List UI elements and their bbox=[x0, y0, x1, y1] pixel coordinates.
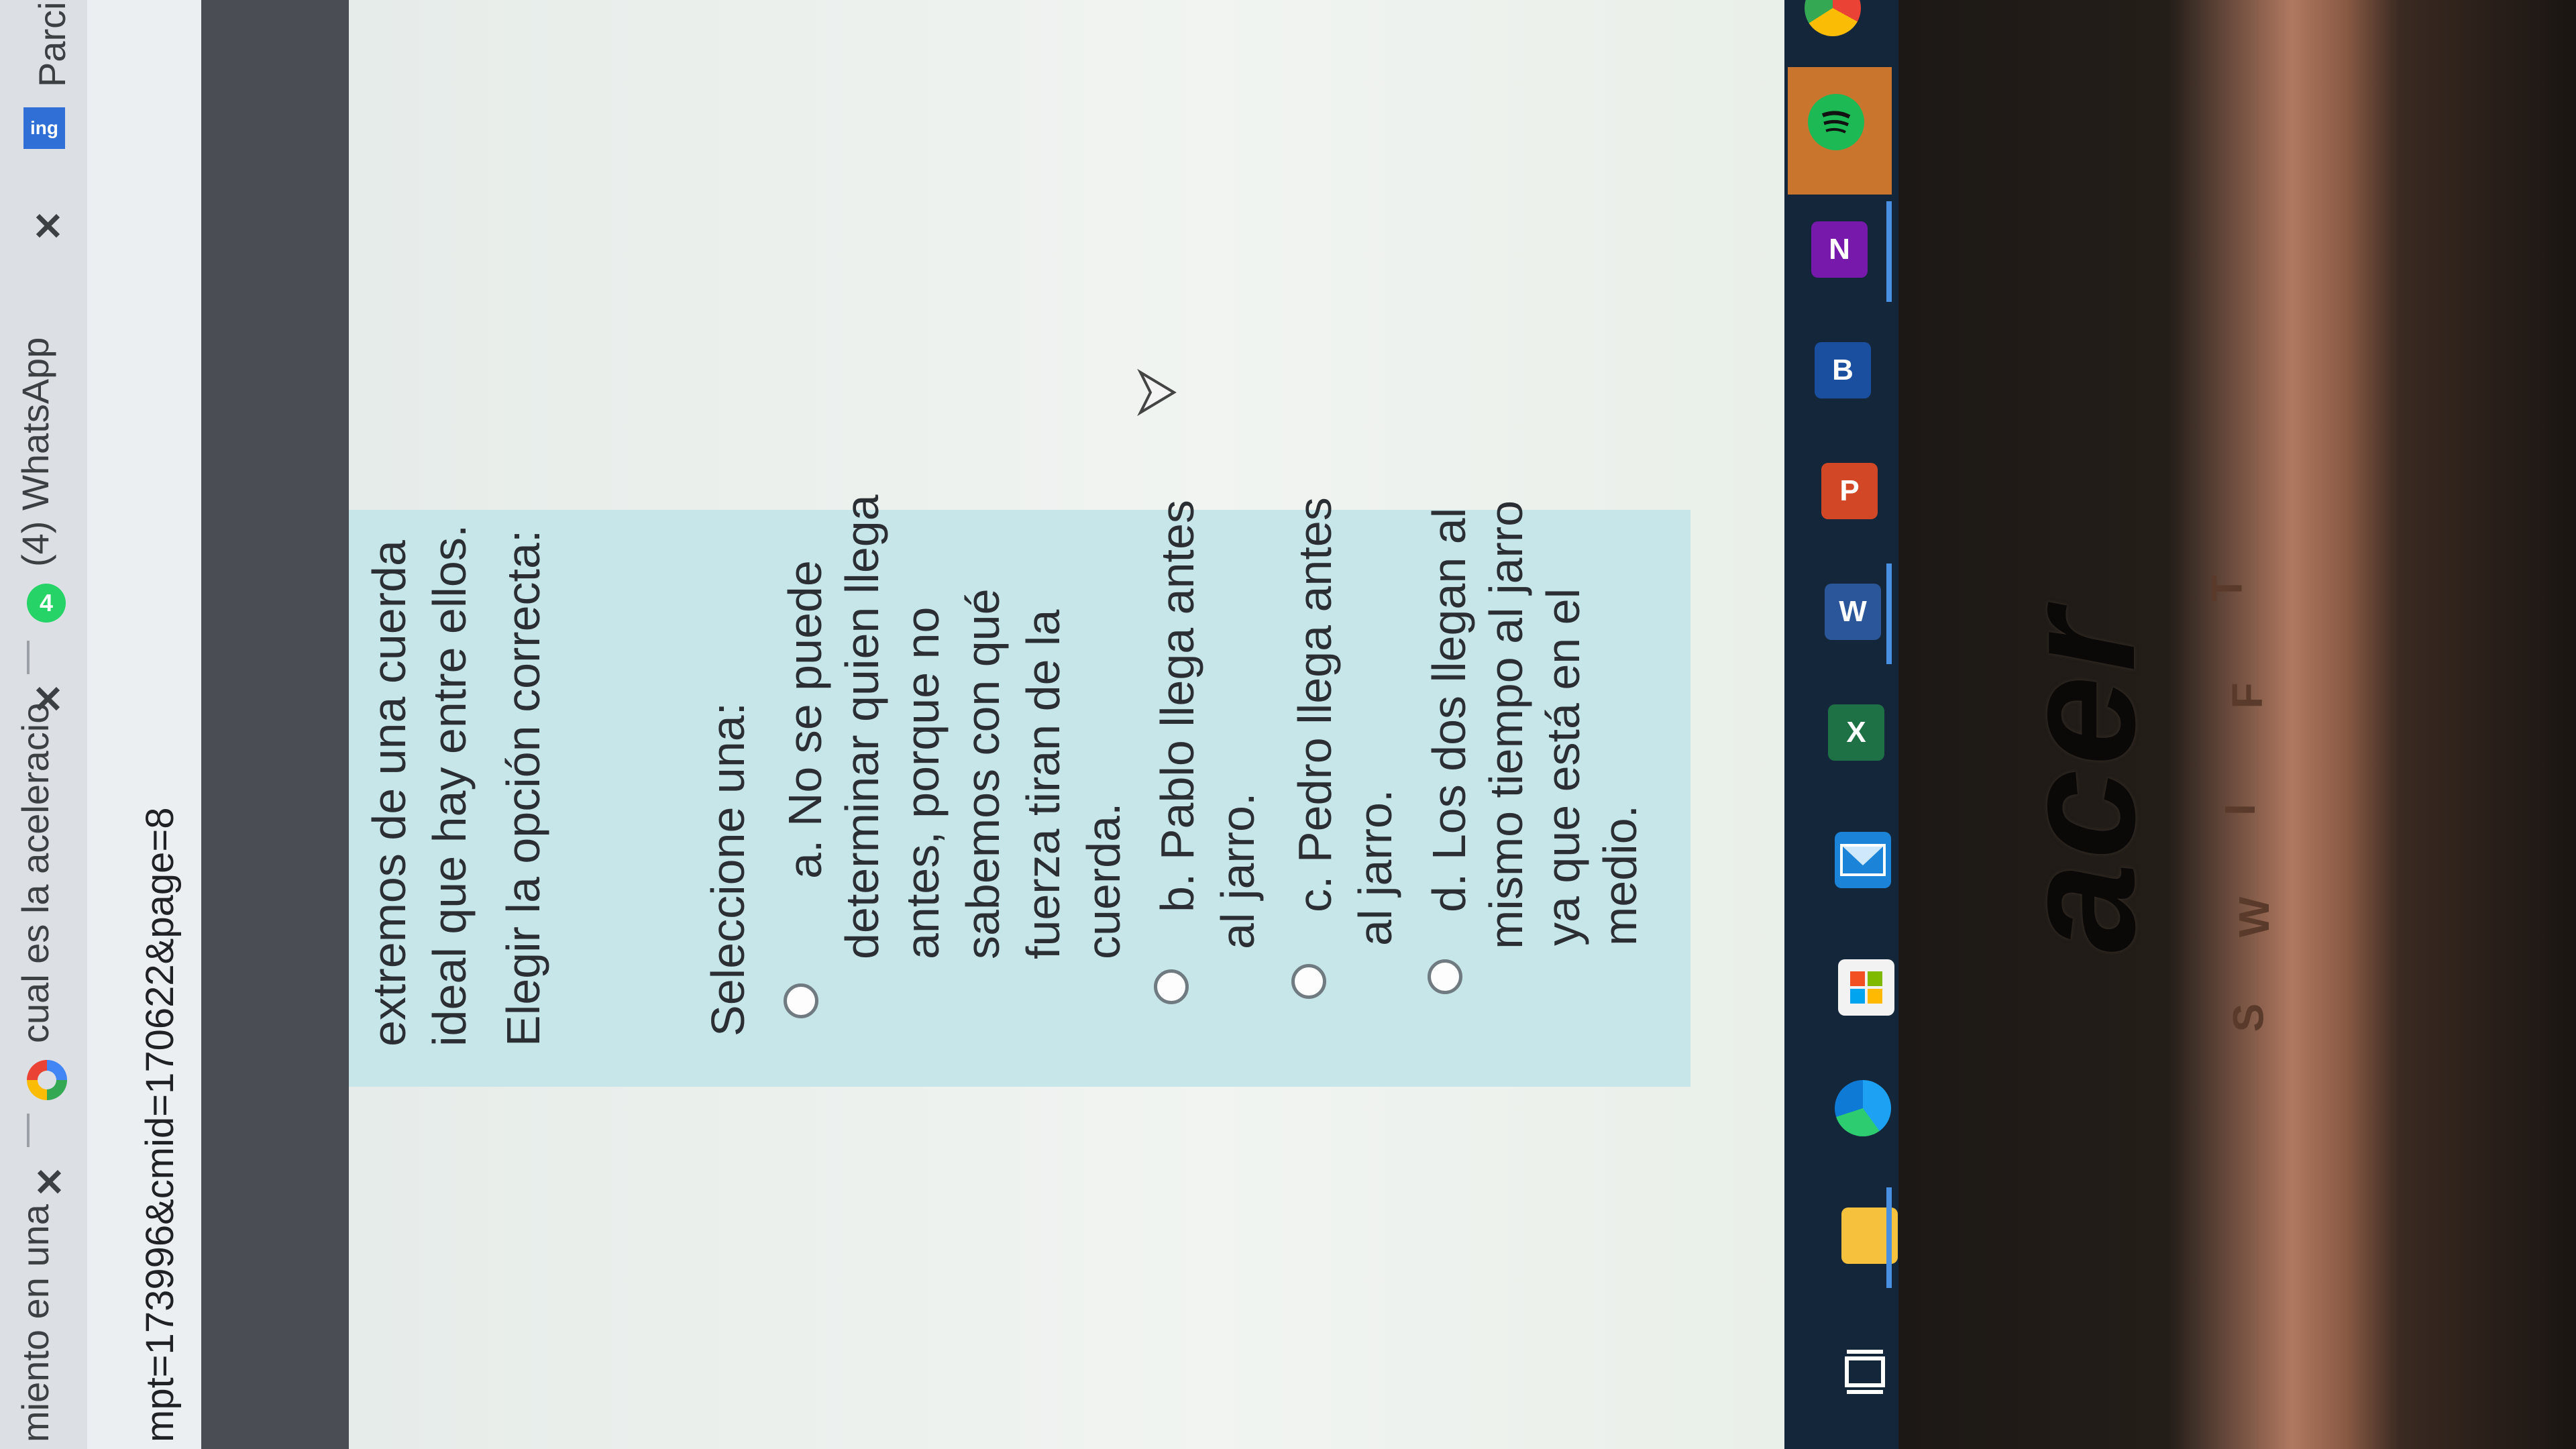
question-instruction: Elegir la opción correcta: bbox=[497, 529, 549, 1046]
tab-close-icon[interactable]: ✕ bbox=[34, 1161, 65, 1205]
option-a-line: cuerda. bbox=[1077, 802, 1130, 959]
whatsapp-icon: 4 bbox=[27, 584, 66, 623]
spotify-icon[interactable] bbox=[1808, 94, 1864, 150]
mail-icon[interactable] bbox=[1835, 832, 1891, 888]
google-icon bbox=[27, 1060, 67, 1100]
option-a-radio[interactable] bbox=[784, 983, 818, 1018]
option-c-line: al jarro. bbox=[1349, 789, 1401, 946]
option-d-line: ya que está en el bbox=[1537, 588, 1589, 946]
task-view-icon[interactable] bbox=[1841, 1348, 1888, 1395]
option-b-line: b. Pablo llega antes bbox=[1151, 500, 1203, 912]
option-a-line: a. No se puede bbox=[779, 560, 831, 879]
url-text[interactable]: mpt=173996&cmid=170622&page=8 bbox=[138, 808, 182, 1443]
tab-separator bbox=[27, 641, 30, 674]
brand-logo: acer bbox=[1988, 605, 2168, 953]
store-icon[interactable] bbox=[1838, 959, 1894, 1016]
key-label: W bbox=[2230, 896, 2279, 938]
question-text-line: extremos de una cuerda bbox=[363, 540, 415, 1046]
option-a-line: antes, porque no bbox=[896, 606, 949, 959]
bookmark-label[interactable]: Parcial bbox=[30, 0, 74, 87]
option-d-radio[interactable] bbox=[1428, 959, 1462, 994]
key-label: F bbox=[2222, 682, 2271, 709]
key-label: T bbox=[2202, 575, 2251, 602]
select-prompt: Seleccione una: bbox=[702, 702, 754, 1036]
option-a-line: fuerza tiran de la bbox=[1017, 609, 1069, 959]
question-text-line: ideal que hay entre ellos. bbox=[423, 524, 476, 1046]
active-app-indicator bbox=[1886, 1187, 1892, 1288]
option-c-radio[interactable] bbox=[1291, 964, 1326, 999]
option-a-line: sabemos con qué bbox=[957, 588, 1009, 959]
onenote-icon[interactable]: N bbox=[1811, 221, 1868, 278]
page-left-margin bbox=[201, 0, 349, 1449]
tab-label-2[interactable]: cual es la aceleracio bbox=[13, 703, 57, 1043]
word-icon[interactable]: W bbox=[1825, 584, 1881, 640]
option-d-line: medio. bbox=[1594, 804, 1646, 946]
option-b-line: al jarro. bbox=[1212, 792, 1264, 949]
tab-separator bbox=[27, 1114, 30, 1147]
key-label: I bbox=[2215, 804, 2264, 816]
option-d-line: mismo tiempo al jarro bbox=[1480, 500, 1532, 949]
tab-label-1[interactable]: miento en una bbox=[13, 1204, 57, 1442]
tab-label-3[interactable]: (4) WhatsApp bbox=[13, 337, 57, 567]
option-b-radio[interactable] bbox=[1154, 969, 1189, 1004]
option-a-line: determinar quien llega bbox=[836, 494, 888, 959]
mouse-cursor-icon bbox=[1137, 368, 1177, 417]
powerpoint-icon[interactable]: P bbox=[1821, 463, 1878, 519]
bitdefender-icon[interactable]: B bbox=[1815, 342, 1871, 398]
tab-close-icon[interactable]: ✕ bbox=[32, 678, 64, 722]
bookmark-icon[interactable]: ing bbox=[23, 107, 65, 149]
option-d-line: d. Los dos llegan al bbox=[1423, 507, 1475, 912]
tab-close-icon[interactable]: ✕ bbox=[32, 205, 64, 249]
excel-icon[interactable]: X bbox=[1828, 704, 1884, 761]
key-label: S bbox=[2224, 1003, 2273, 1032]
option-c-line: c. Pedro llega antes bbox=[1289, 497, 1341, 912]
edge-icon[interactable] bbox=[1835, 1080, 1891, 1136]
active-app-indicator bbox=[1886, 564, 1892, 664]
active-app-indicator bbox=[1886, 201, 1892, 302]
